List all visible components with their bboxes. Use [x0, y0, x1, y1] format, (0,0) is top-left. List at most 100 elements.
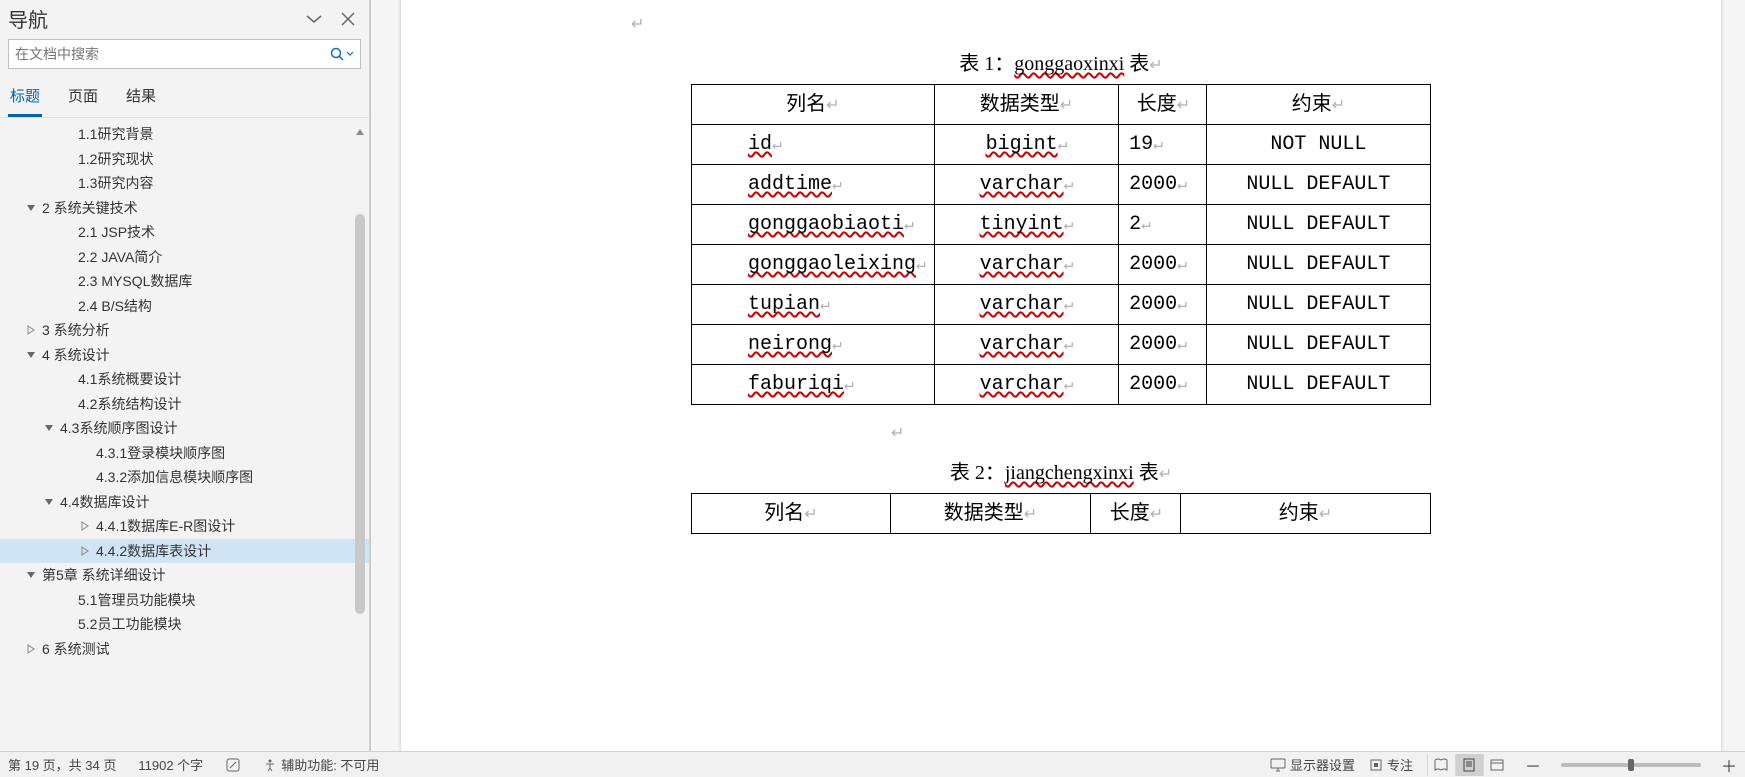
status-proofing-icon[interactable]	[225, 757, 241, 773]
status-accessibility[interactable]: 辅助功能: 不可用	[263, 755, 379, 774]
outline-item[interactable]: 2.3 MYSQL数据库	[0, 269, 369, 294]
view-print-layout[interactable]	[1455, 754, 1483, 776]
cell-name: faburiqi↵	[692, 365, 935, 405]
db-table-2: 列名↵ 数据类型↵ 长度↵ 约束↵	[691, 493, 1431, 534]
table-row: tupian↵varchar↵2000↵NULL DEFAULT	[692, 285, 1431, 325]
outline-scrollbar[interactable]	[355, 124, 365, 751]
nav-tabs: 标题 页面 结果	[0, 75, 369, 118]
status-bar: 第 19 页，共 34 页 11902 个字 辅助功能: 不可用 显示器设置 专…	[0, 751, 1745, 777]
status-word-count[interactable]: 11902 个字	[138, 755, 203, 774]
outline-tree[interactable]: 1.1研究背景1.2研究现状1.3研究内容2 系统关键技术 2.1 JSP技术 2.…	[0, 118, 369, 751]
outline-label: 4.4数据库设计	[60, 492, 149, 512]
status-display-settings[interactable]: 显示器设置	[1270, 755, 1355, 774]
status-page[interactable]: 第 19 页，共 34 页	[8, 755, 116, 774]
twist-icon[interactable]	[78, 546, 92, 556]
outline-label: 2.1 JSP技术	[78, 222, 155, 242]
scroll-thumb[interactable]	[355, 214, 365, 614]
outline-item[interactable]: 2.4 B/S结构	[0, 294, 369, 319]
cell-cons: NULL DEFAULT	[1206, 205, 1430, 245]
th-type: 数据类型↵	[891, 494, 1091, 534]
outline-item[interactable]: 第5章 系统详细设计	[0, 563, 369, 588]
zoom-slider-thumb[interactable]	[1628, 759, 1634, 771]
view-web-layout[interactable]	[1483, 754, 1511, 776]
outline-item[interactable]: 4.3.2添加信息模块顺序图	[0, 465, 369, 490]
cell-cons: NULL DEFAULT	[1206, 245, 1430, 285]
twist-icon[interactable]	[24, 325, 38, 335]
outline-item[interactable]: 3 系统分析	[0, 318, 369, 343]
cell-name: gonggaobiaoti↵	[692, 205, 935, 245]
outline-label: 6 系统测试	[42, 639, 110, 659]
outline-item[interactable]: 4.2系统结构设计	[0, 392, 369, 417]
outline-item[interactable]: 4 系统设计	[0, 343, 369, 368]
outline-label: 5.2员工功能模块	[78, 614, 181, 634]
nav-search-input[interactable]	[15, 46, 330, 62]
cell-name: tupian↵	[692, 285, 935, 325]
outline-item[interactable]: 1.2研究现状	[0, 147, 369, 172]
outline-label: 1.2研究现状	[78, 149, 153, 169]
outline-item[interactable]: 4.4数据库设计	[0, 490, 369, 515]
twist-icon[interactable]	[24, 350, 38, 360]
status-focus-mode[interactable]: 专注	[1369, 755, 1413, 774]
twist-icon[interactable]	[42, 423, 56, 433]
outline-item[interactable]: 1.1研究背景	[0, 122, 369, 147]
view-read-mode[interactable]	[1427, 754, 1455, 776]
outline-item[interactable]: 2 系统关键技术	[0, 196, 369, 221]
twist-icon[interactable]	[78, 521, 92, 531]
outline-label: 5.1管理员功能模块	[78, 590, 195, 610]
zoom-out-button[interactable]: －	[1525, 753, 1541, 777]
outline-item[interactable]: 1.3研究内容	[0, 171, 369, 196]
outline-item[interactable]: 4.3.1登录模块顺序图	[0, 441, 369, 466]
tab-results[interactable]: 结果	[124, 79, 158, 117]
nav-pane-title: 导航	[8, 4, 48, 33]
cell-len: 2000↵	[1119, 365, 1207, 405]
nav-options-dropdown[interactable]	[305, 13, 323, 25]
outline-label: 2 系统关键技术	[42, 198, 138, 218]
cell-type: bigint↵	[934, 125, 1118, 165]
document-viewport[interactable]: ↵ 表 1：gonggaoxinxi 表↵ 列名↵ 数据类型↵ 长度↵ 约束↵ …	[370, 0, 1745, 751]
twist-icon[interactable]	[24, 570, 38, 580]
cell-cons: NULL DEFAULT	[1206, 285, 1430, 325]
outline-label: 4.4.2数据库表设计	[96, 541, 211, 561]
scroll-up-icon[interactable]	[355, 124, 365, 134]
tab-pages[interactable]: 页面	[66, 79, 100, 117]
th-type: 数据类型↵	[934, 85, 1118, 125]
outline-item[interactable]: 5.1管理员功能模块	[0, 588, 369, 613]
outline-item[interactable]: 2.1 JSP技术	[0, 220, 369, 245]
outline-item[interactable]: 6 系统测试	[0, 637, 369, 662]
zoom-in-button[interactable]: ＋	[1721, 753, 1737, 777]
th-cons: 约束↵	[1181, 494, 1431, 534]
twist-icon[interactable]	[42, 497, 56, 507]
tab-headings[interactable]: 标题	[8, 79, 42, 117]
search-icon[interactable]	[330, 47, 354, 61]
twist-icon[interactable]	[24, 203, 38, 213]
zoom-slider[interactable]	[1561, 763, 1701, 767]
cell-type: varchar↵	[934, 325, 1118, 365]
cell-type: varchar↵	[934, 365, 1118, 405]
navigation-pane: 导航 标题 页面 结果 1.1研究背景1.2研究现状1.3研究内容2 系统关键技…	[0, 0, 370, 751]
twist-icon[interactable]	[24, 644, 38, 654]
table-row: gonggaobiaoti↵tinyint↵2↵NULL DEFAULT	[692, 205, 1431, 245]
table-row: neirong↵varchar↵2000↵NULL DEFAULT	[692, 325, 1431, 365]
db-table-1: 列名↵ 数据类型↵ 长度↵ 约束↵ id↵bigint↵19↵NOT NULLa…	[691, 84, 1431, 405]
outline-item[interactable]: 2.2 JAVA简介	[0, 245, 369, 270]
outline-item[interactable]: 4.1系统概要设计	[0, 367, 369, 392]
outline-item[interactable]: 5.2员工功能模块	[0, 612, 369, 637]
outline-item[interactable]: 4.4.1数据库E-R图设计	[0, 514, 369, 539]
nav-close-button[interactable]	[341, 12, 355, 26]
cell-len: 19↵	[1119, 125, 1207, 165]
outline-item[interactable]: 4.3系统顺序图设计	[0, 416, 369, 441]
outline-label: 3 系统分析	[42, 320, 110, 340]
th-name: 列名↵	[692, 494, 891, 534]
cell-name: neirong↵	[692, 325, 935, 365]
table-row: id↵bigint↵19↵NOT NULL	[692, 125, 1431, 165]
cell-len: 2000↵	[1119, 165, 1207, 205]
cell-name: id↵	[692, 125, 935, 165]
paragraph-mark: ↵	[631, 419, 1491, 446]
outline-item[interactable]: 4.4.2数据库表设计	[0, 539, 369, 564]
document-page: ↵ 表 1：gonggaoxinxi 表↵ 列名↵ 数据类型↵ 长度↵ 约束↵ …	[401, 0, 1721, 751]
table-row: gonggaoleixing↵varchar↵2000↵NULL DEFAULT	[692, 245, 1431, 285]
outline-label: 4.3.1登录模块顺序图	[96, 443, 225, 463]
outline-label: 第5章 系统详细设计	[42, 565, 166, 585]
table-header-row: 列名↵ 数据类型↵ 长度↵ 约束↵	[692, 494, 1431, 534]
nav-search-box[interactable]	[8, 39, 361, 69]
